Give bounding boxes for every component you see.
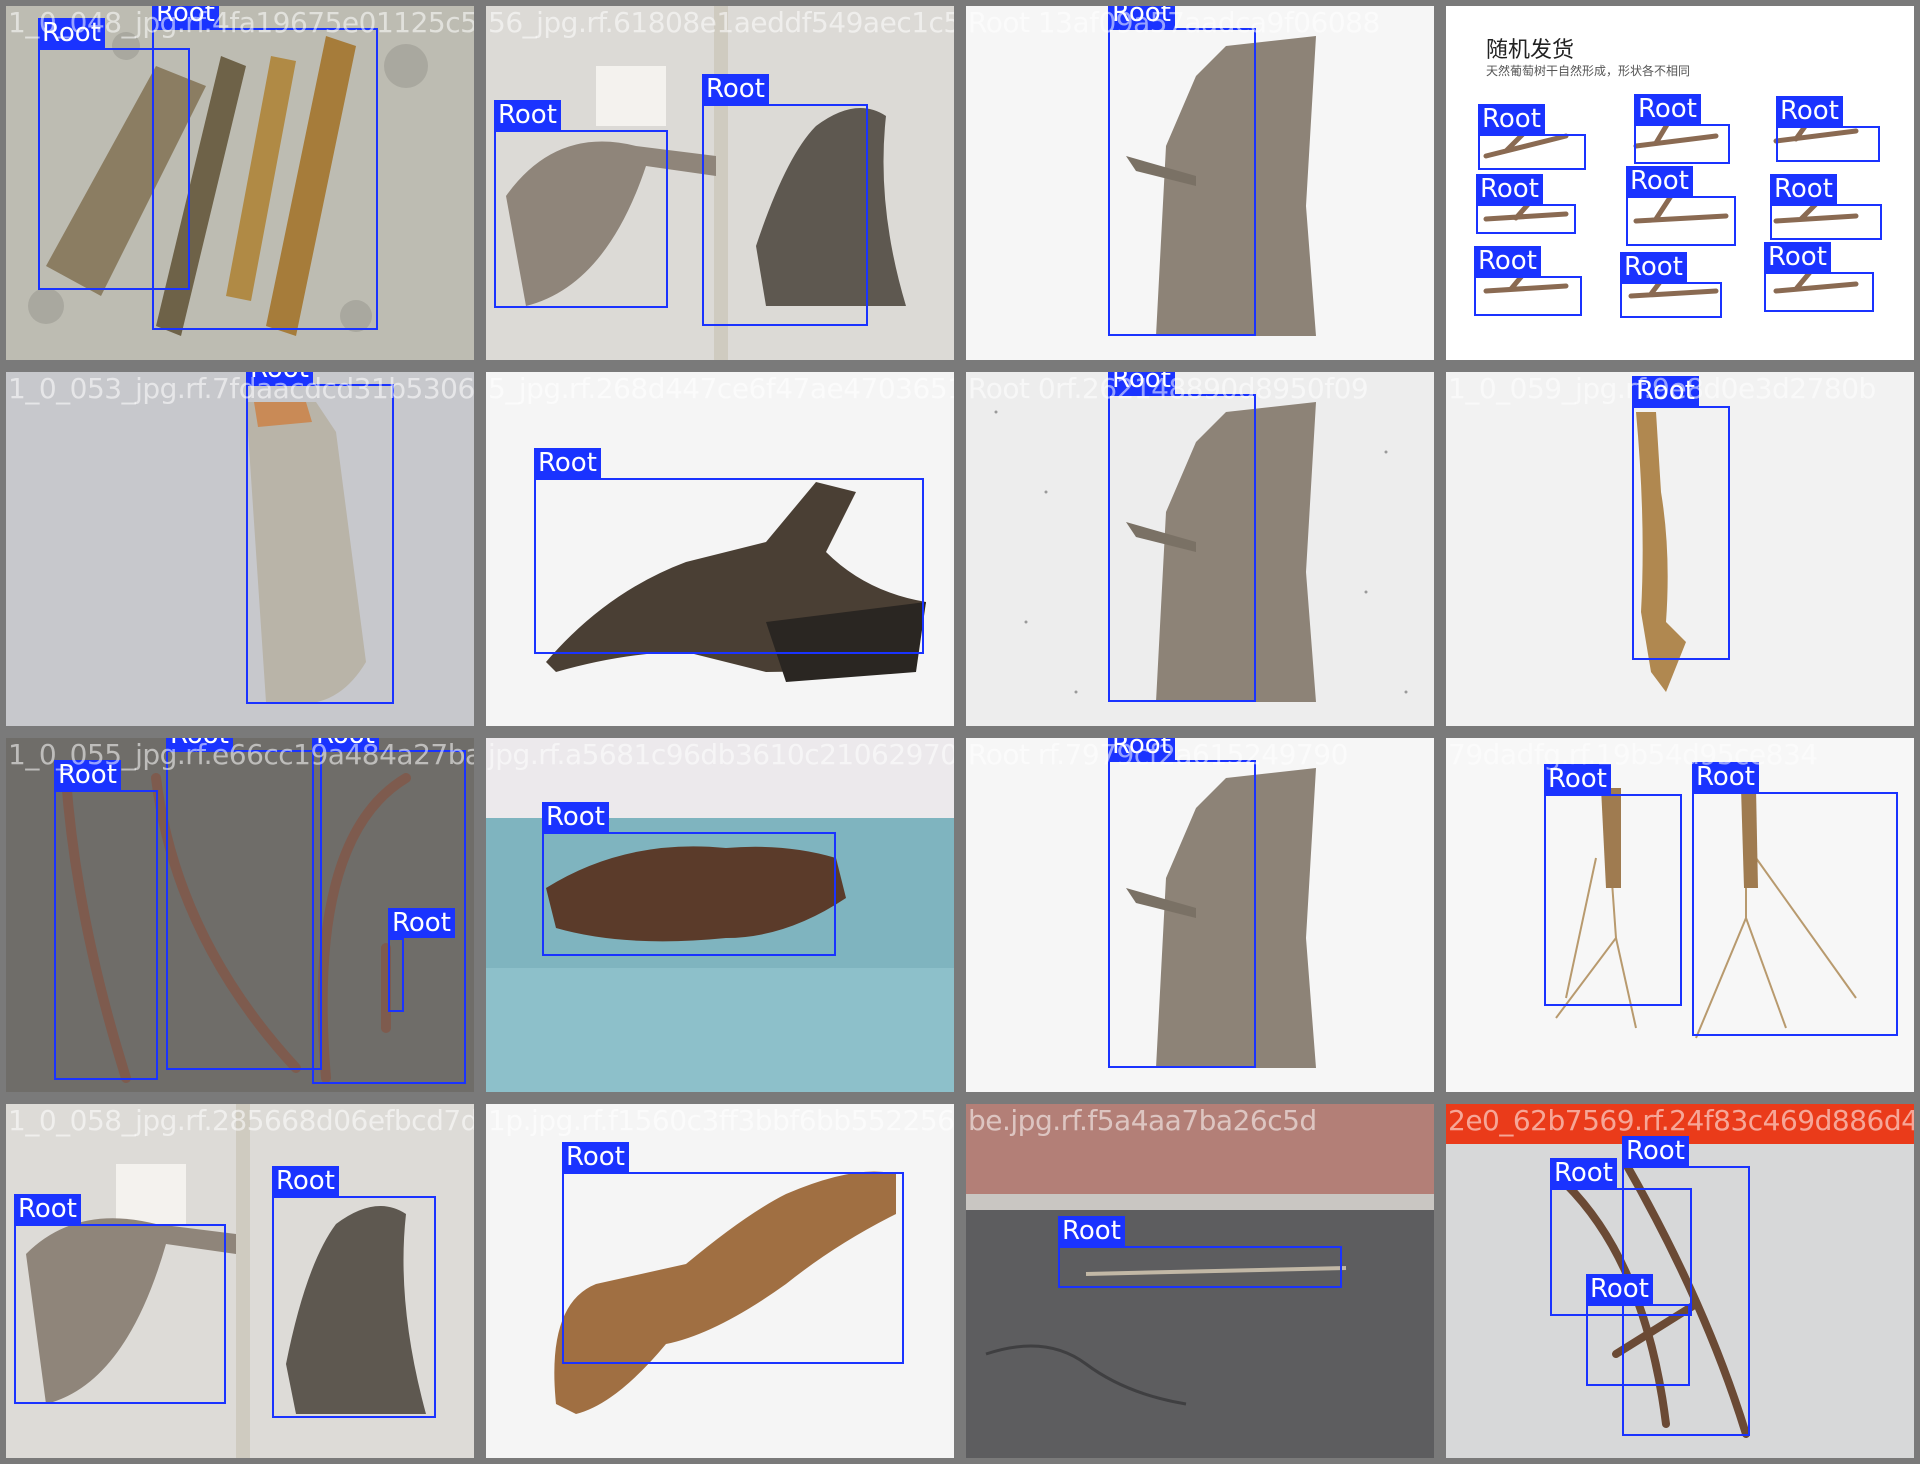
tile-8: 1_0_055_jpg.rf.e66cc19a484a27ba8855b Roo… (0, 732, 480, 1098)
tile-11: 79dadfg.rf.19b54d95ce834 Root Root (1440, 732, 1920, 1098)
box-label: Root (54, 760, 121, 790)
tile-1: 56_jpg.rf.61808e1aeddf549aec1c52f9b Root… (480, 0, 960, 366)
box-label: Root (1108, 6, 1175, 28)
tile-6: Root 0rf.262148890d8950f09 Root (960, 366, 1440, 732)
tile-5: 5_jpg.rf.268d447ce6f47ae4703651b Root (480, 366, 960, 732)
tile-15: 2e0_62b7569.rf.24f83c469d886d4 Root Root… (1440, 1098, 1920, 1464)
bounding-box: Root (562, 1142, 904, 1364)
bounding-box: Root (388, 908, 455, 1012)
tile-13: 1p.jpg.rf.f1560c3ff3bbf6bb5522567 Root (480, 1098, 960, 1464)
box-label: Root (1632, 376, 1699, 406)
bounding-box: Root (1108, 372, 1256, 702)
bounding-box: Root (494, 100, 668, 308)
box-label: Root (1108, 738, 1175, 760)
box-label: Root (1586, 1274, 1653, 1304)
box-label: Root (1692, 762, 1759, 792)
box-label: Root (1776, 96, 1843, 126)
box-label: Root (1478, 104, 1545, 134)
box-label: Root (1544, 764, 1611, 794)
bounding-box: Root (1626, 166, 1736, 246)
bounding-box: Root (534, 448, 924, 654)
box-label: Root (1634, 94, 1701, 124)
bounding-box: Root (246, 372, 394, 704)
bounding-box: Root (1620, 252, 1722, 318)
box-label: Root (1626, 166, 1693, 196)
box-label: Root (272, 1166, 339, 1196)
box-label: Root (1620, 252, 1687, 282)
bounding-box: Root (542, 802, 836, 956)
bounding-box: Root (1474, 246, 1582, 316)
box-label: Root (534, 448, 601, 478)
box-label: Root (38, 18, 105, 48)
box-label: Root (388, 908, 455, 938)
tile-9: jpg.rf.a5681c96db3610c21062970 Root (480, 732, 960, 1098)
bounding-box: Root (272, 1166, 436, 1418)
box-label: Root (152, 6, 219, 28)
bounding-box: Root (152, 6, 378, 330)
bounding-box: Root (1770, 174, 1882, 240)
bounding-box: Root (1632, 376, 1730, 660)
box-label: Root (702, 74, 769, 104)
bounding-box: Root (1692, 762, 1898, 1036)
tile-4: 1_0_053_jpg.rf.7fdaacdcd31b5306559685 Ro… (0, 366, 480, 732)
bounding-box: Root (1634, 94, 1730, 164)
bounding-box: Root (1764, 242, 1874, 312)
box-label: Root (1476, 174, 1543, 204)
bounding-box: Root (1058, 1216, 1342, 1288)
box-label: Root (246, 372, 313, 384)
bounding-box: Root (1108, 6, 1256, 336)
tile-14: be.jpg.rf.f5a4aa7ba26c5d Root (960, 1098, 1440, 1464)
box-label: Root (1550, 1158, 1617, 1188)
bounding-box: Root (54, 760, 158, 1080)
bounding-box: Root (1478, 104, 1586, 170)
tile-2: Root 13af09a57aadca9f06088 Root (960, 0, 1440, 366)
box-label: Root (1764, 242, 1831, 272)
box-label: Root (1058, 1216, 1125, 1246)
box-label: Root (312, 738, 379, 750)
box-label: Root (1474, 246, 1541, 276)
bounding-box: Root (166, 738, 322, 1070)
tile-3: 随机发货 天然葡萄树干自然形成，形状各不相同 Root Root Root Ro… (1440, 0, 1920, 366)
bounding-box: Root (1776, 96, 1880, 162)
tile-image (6, 372, 474, 726)
box-label: Root (542, 802, 609, 832)
box-label: Root (1770, 174, 1837, 204)
tile-0: 1_0_048_jpg.rf.4fa19675e01125c598bd5 Roo… (0, 0, 480, 366)
box-label: Root (1622, 1136, 1689, 1166)
box-label: Root (14, 1194, 81, 1224)
tile-7: 1_0_059_jpg.rf.9e8d0e3d2780b Root (1440, 366, 1920, 732)
bounding-box: Root (14, 1194, 226, 1404)
bounding-box: Root (1586, 1274, 1690, 1386)
image-grid: 1_0_048_jpg.rf.4fa19675e01125c598bd5 Roo… (0, 0, 1920, 1464)
box-label: Root (494, 100, 561, 130)
bounding-box: Root (1108, 738, 1256, 1068)
box-label: Root (562, 1142, 629, 1172)
box-label: Root (166, 738, 233, 750)
bounding-box: Root (1544, 764, 1682, 1006)
tile-12: 1_0_058_jpg.rf.285668d06efbcd7d19bc61 Ro… (0, 1098, 480, 1464)
bounding-box: Root (702, 74, 868, 326)
box-label: Root (1108, 372, 1175, 394)
tile-10: Root rf.7979cf2a615249790 Root (960, 732, 1440, 1098)
bounding-box: Root (1476, 174, 1576, 234)
